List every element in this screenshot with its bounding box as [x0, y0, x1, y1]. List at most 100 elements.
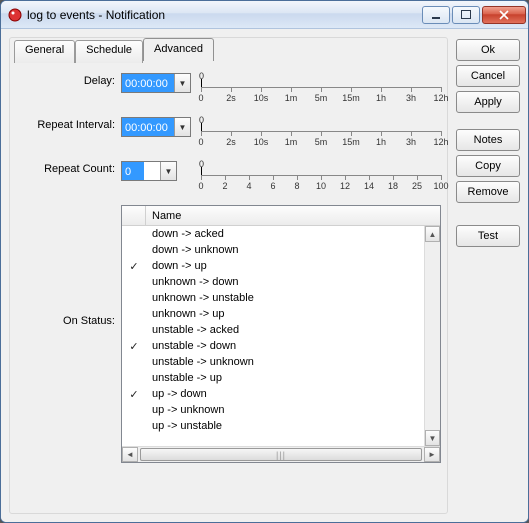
- label-delay: Delay:: [16, 73, 121, 87]
- window-title: log to events - Notification: [27, 8, 420, 22]
- titlebar[interactable]: log to events - Notification: [1, 1, 528, 29]
- tabstrip: General Schedule Advanced: [14, 38, 439, 61]
- tick-label: 15m: [342, 93, 360, 103]
- delay-value[interactable]: 00:00:00: [122, 74, 174, 92]
- tick-label: 2: [222, 181, 227, 191]
- delay-dropdown-icon[interactable]: ▼: [174, 74, 190, 92]
- tick-label: 3h: [406, 93, 416, 103]
- tab-schedule[interactable]: Schedule: [75, 40, 143, 63]
- list-item[interactable]: down -> unknown: [122, 242, 424, 258]
- list-item-label: unstable -> up: [146, 372, 222, 384]
- list-item-label: unstable -> acked: [146, 324, 239, 336]
- tick-label: 1h: [376, 137, 386, 147]
- tick-label: 15m: [342, 137, 360, 147]
- tick-label: 18: [388, 181, 398, 191]
- tick-label: 5m: [315, 137, 328, 147]
- list-item[interactable]: ✓up -> down: [122, 386, 424, 402]
- list-item[interactable]: up -> unstable: [122, 418, 424, 434]
- tick-label: 1m: [285, 137, 298, 147]
- scroll-up-icon[interactable]: ▲: [425, 226, 440, 242]
- list-item[interactable]: up -> unknown: [122, 402, 424, 418]
- hscroll-thumb[interactable]: |||: [140, 448, 422, 461]
- horizontal-scrollbar[interactable]: ◄ ||| ►: [122, 446, 440, 462]
- copy-button[interactable]: Copy: [456, 155, 520, 177]
- tick-label: 6: [270, 181, 275, 191]
- list-item-label: up -> down: [146, 388, 207, 400]
- tick-label: 12h: [433, 93, 448, 103]
- list-item[interactable]: unstable -> up: [122, 370, 424, 386]
- list-item[interactable]: unstable -> unknown: [122, 354, 424, 370]
- status-list[interactable]: Name down -> ackeddown -> unknown✓down -…: [121, 205, 441, 463]
- scroll-left-icon[interactable]: ◄: [122, 447, 138, 462]
- test-button[interactable]: Test: [456, 225, 520, 247]
- list-item-label: unstable -> down: [146, 340, 236, 352]
- status-list-body: down -> ackeddown -> unknown✓down -> upu…: [122, 226, 440, 446]
- maximize-button[interactable]: [452, 6, 480, 24]
- header-check-col: [122, 206, 146, 225]
- tick-label: 12: [340, 181, 350, 191]
- repeat-count-input[interactable]: 0 ▼: [121, 161, 177, 181]
- delay-input[interactable]: 00:00:00 ▼: [121, 73, 191, 93]
- list-item-label: unstable -> unknown: [146, 356, 254, 368]
- checkmark-icon[interactable]: ✓: [122, 260, 146, 273]
- repeat-interval-input[interactable]: 00:00:00 ▼: [121, 117, 191, 137]
- apply-button[interactable]: Apply: [456, 91, 520, 113]
- list-item[interactable]: unknown -> unstable: [122, 290, 424, 306]
- tab-advanced[interactable]: Advanced: [143, 38, 214, 61]
- checkmark-icon[interactable]: ✓: [122, 340, 146, 353]
- repeat-count-value[interactable]: 0: [122, 162, 144, 180]
- tick-label: 5m: [315, 93, 328, 103]
- vertical-scrollbar[interactable]: ▲ ▼: [424, 226, 440, 446]
- tick-label: 12h: [433, 137, 448, 147]
- delay-slider[interactable]: 0 02s10s1m5m15m1h3h12h: [201, 73, 441, 105]
- list-item-label: unknown -> up: [146, 308, 224, 320]
- scroll-down-icon[interactable]: ▼: [425, 430, 440, 446]
- scroll-track-h[interactable]: |||: [138, 447, 424, 462]
- list-item-label: up -> unknown: [146, 404, 224, 416]
- repeat-interval-dropdown-icon[interactable]: ▼: [174, 118, 190, 136]
- tick-label: 1h: [376, 93, 386, 103]
- tick-label: 2s: [226, 93, 236, 103]
- list-item[interactable]: down -> acked: [122, 226, 424, 242]
- tick-label: 0: [198, 137, 203, 147]
- tick-label: 100: [433, 181, 448, 191]
- tick-label: 2s: [226, 137, 236, 147]
- tick-label: 8: [294, 181, 299, 191]
- app-icon: [7, 7, 23, 23]
- label-on-status: On Status:: [16, 205, 121, 463]
- scroll-right-icon[interactable]: ►: [424, 447, 440, 462]
- tick-label: 10s: [254, 93, 269, 103]
- list-item-label: up -> unstable: [146, 420, 222, 432]
- header-name-col[interactable]: Name: [146, 210, 181, 222]
- repeat-interval-value[interactable]: 00:00:00: [122, 118, 174, 136]
- checkmark-icon[interactable]: ✓: [122, 388, 146, 401]
- notes-button[interactable]: Notes: [456, 129, 520, 151]
- minimize-button[interactable]: [422, 6, 450, 24]
- scroll-track-v[interactable]: [425, 242, 440, 430]
- tick-label: 25: [412, 181, 422, 191]
- cancel-button[interactable]: Cancel: [456, 65, 520, 87]
- tab-general[interactable]: General: [14, 40, 75, 63]
- ok-button[interactable]: Ok: [456, 39, 520, 61]
- list-item-label: unknown -> unstable: [146, 292, 254, 304]
- list-item[interactable]: ✓unstable -> down: [122, 338, 424, 354]
- button-column: Ok Cancel Apply Notes Copy Remove Test: [456, 37, 520, 514]
- tick-label: 0: [198, 93, 203, 103]
- dialog-window: log to events - Notification General Sch…: [0, 0, 529, 523]
- list-item[interactable]: unknown -> up: [122, 306, 424, 322]
- client-area: General Schedule Advanced Delay: 00:00:0…: [1, 29, 528, 522]
- repeat-count-slider[interactable]: 0 024681012141825100: [201, 161, 441, 193]
- list-item[interactable]: ✓down -> up: [122, 258, 424, 274]
- row-on-status: On Status: Name down -> ackeddown -> unk…: [16, 205, 441, 463]
- repeat-interval-slider[interactable]: 0 02s10s1m5m15m1h3h12h: [201, 117, 441, 149]
- list-item[interactable]: unknown -> down: [122, 274, 424, 290]
- main-panel: General Schedule Advanced Delay: 00:00:0…: [9, 37, 448, 514]
- remove-button[interactable]: Remove: [456, 181, 520, 203]
- label-repeat-count: Repeat Count:: [16, 161, 121, 175]
- repeat-count-dropdown-icon[interactable]: ▼: [160, 162, 176, 180]
- list-item[interactable]: unstable -> acked: [122, 322, 424, 338]
- tick-label: 0: [198, 181, 203, 191]
- status-list-header[interactable]: Name: [122, 206, 440, 226]
- close-button[interactable]: [482, 6, 526, 24]
- tick-label: 10s: [254, 137, 269, 147]
